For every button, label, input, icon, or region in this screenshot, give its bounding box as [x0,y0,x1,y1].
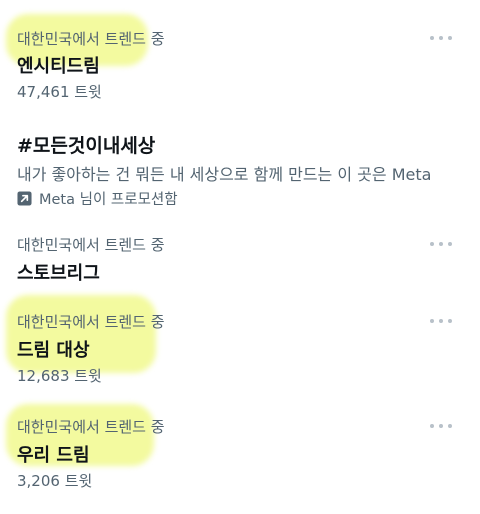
trend-title: 드림 대상 [17,340,90,361]
trend-item[interactable]: 대한민국에서 트렌드 중 드림 대상 12,683 트윗 [0,295,480,405]
trend-context: 대한민국에서 트렌드 중 [17,236,165,254]
trend-tweet-count: 3,206 트윗 [17,472,93,490]
promoted-trend-item[interactable]: #모든것이내세상 내가 좋아하는 건 뭐든 내 세상으로 함께 만드는 이 곳은… [0,115,480,220]
promoted-arrow-icon [17,191,32,206]
trend-context: 대한민국에서 트렌드 중 [17,418,165,436]
more-horizontal-icon[interactable] [430,316,452,326]
promoted-by-text: Meta 님이 프로모션함 [39,192,178,208]
more-horizontal-icon[interactable] [430,239,452,249]
more-horizontal-icon[interactable] [430,33,452,43]
promoted-label: Meta 님이 프로모션함 [17,188,178,209]
trend-item[interactable]: 대한민국에서 트렌드 중 엔시티드림 47,461 트윗 [0,0,480,115]
trend-title: #모든것이내세상 [17,135,156,157]
trend-tweet-count: 12,683 트윗 [17,367,102,385]
trend-title: 엔시티드림 [17,56,100,77]
more-horizontal-icon[interactable] [430,421,452,431]
trend-context: 대한민국에서 트렌드 중 [17,313,165,331]
trend-tweet-count: 47,461 트윗 [17,83,102,101]
trends-feed: 대한민국에서 트렌드 중 엔시티드림 47,461 트윗 #모든것이내세상 내가… [0,0,480,514]
trend-item[interactable]: 대한민국에서 트렌드 중 스토브리그 [0,220,480,295]
trend-title: 우리 드림 [17,445,90,466]
trend-title: 스토브리그 [17,263,100,284]
trend-description: 내가 좋아하는 건 뭐든 내 세상으로 함께 만드는 이 곳은 Meta [17,165,432,184]
trend-item[interactable]: 대한민국에서 트렌드 중 우리 드림 3,206 트윗 [0,400,480,514]
trend-context: 대한민국에서 트렌드 중 [17,30,165,48]
